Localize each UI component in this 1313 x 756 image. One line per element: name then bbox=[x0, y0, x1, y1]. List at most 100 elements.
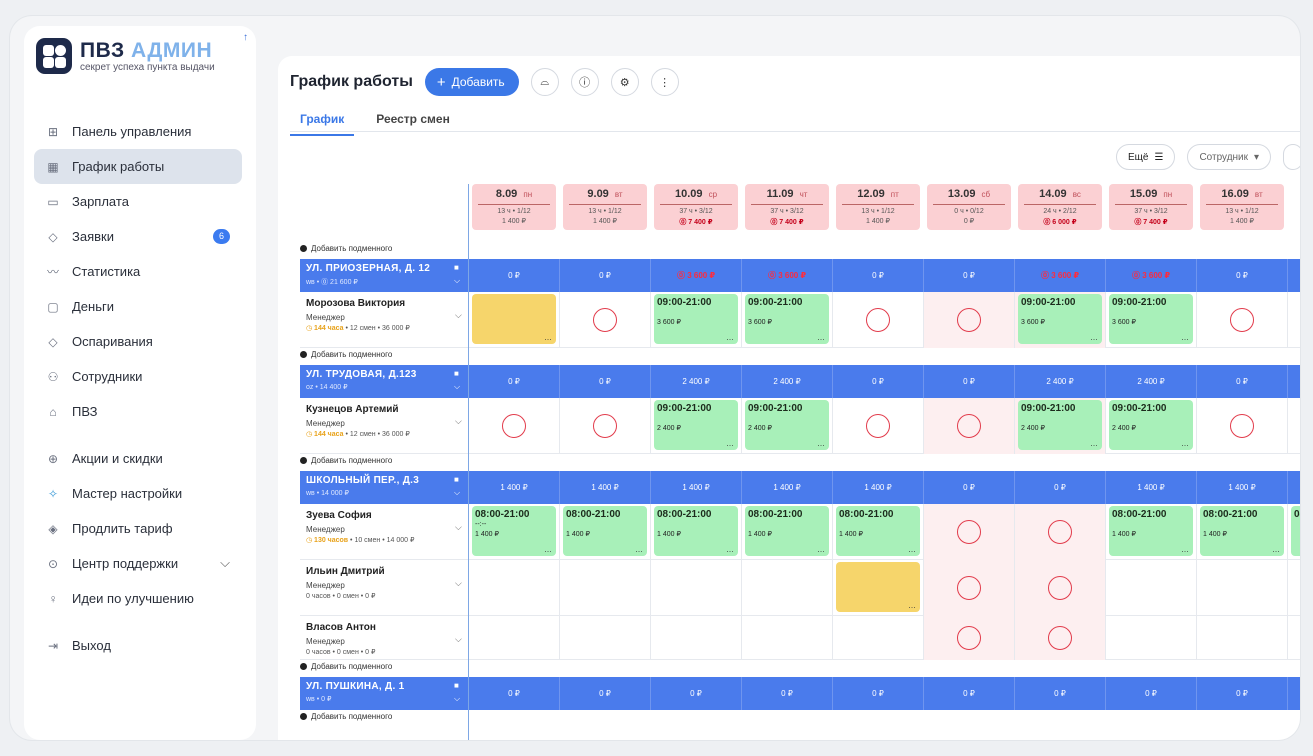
schedule-cell[interactable] bbox=[1287, 292, 1300, 348]
more-icon[interactable]: … bbox=[817, 333, 825, 342]
more-icon[interactable]: … bbox=[1181, 333, 1189, 342]
add-substitute-button[interactable]: Добавить подменного bbox=[300, 662, 392, 671]
more-icon[interactable]: … bbox=[1181, 545, 1189, 554]
schedule-cell[interactable] bbox=[468, 616, 559, 660]
day-header[interactable]: 9.09 вт 13 ч • 1/12 1 400 ₽ bbox=[563, 184, 647, 230]
shift-card[interactable]: 08:00-21:00 1 400 ₽… bbox=[563, 506, 647, 556]
schedule-cell[interactable] bbox=[741, 560, 832, 616]
more-icon[interactable]: … bbox=[1181, 439, 1189, 448]
sidebar-item[interactable]: ⚇ Сотрудники bbox=[34, 359, 242, 394]
schedule-cell[interactable] bbox=[1287, 398, 1300, 454]
add-substitute-button[interactable]: Добавить подменного bbox=[300, 456, 392, 465]
more-icon[interactable]: … bbox=[908, 601, 916, 610]
empty-slot-icon[interactable] bbox=[866, 414, 890, 438]
more-icon[interactable]: … bbox=[1090, 439, 1098, 448]
empty-slot-icon[interactable] bbox=[593, 414, 617, 438]
shift-card[interactable]: 08:00-21:00 1 400 ₽… bbox=[836, 506, 920, 556]
sidebar-item[interactable]: ♀ Идеи по улучшению bbox=[34, 581, 242, 616]
schedule-cell[interactable] bbox=[923, 616, 1014, 660]
shift-card[interactable]: … bbox=[836, 562, 920, 612]
more-icon[interactable]: … bbox=[726, 545, 734, 554]
schedule-cell[interactable]: 09:00-21:00 2 400 ₽… bbox=[650, 398, 741, 454]
shift-card[interactable]: 09:00-21:00 3 600 ₽… bbox=[745, 294, 829, 344]
schedule-cell[interactable] bbox=[1196, 292, 1287, 348]
empty-slot-icon[interactable] bbox=[957, 414, 981, 438]
gear-icon[interactable]: ⚙ bbox=[610, 68, 639, 96]
schedule-cell[interactable] bbox=[832, 398, 923, 454]
archive-icon[interactable]: ⌓ bbox=[530, 68, 559, 96]
chevron-down-icon[interactable]: ⌵ bbox=[220, 555, 230, 571]
schedule-cell[interactable]: … bbox=[832, 560, 923, 616]
shift-card[interactable]: 08:00-21:00 --:-- 1 400 ₽… bbox=[472, 506, 556, 556]
schedule-cell[interactable] bbox=[559, 616, 650, 660]
day-header[interactable]: 15.09 пн 37 ч • 3/12 ⓪ 7 400 ₽ bbox=[1109, 184, 1193, 230]
schedule-cell[interactable] bbox=[1287, 560, 1300, 616]
shift-card[interactable]: 09:00-21:00 3 600 ₽… bbox=[1018, 294, 1102, 344]
shift-card[interactable]: 08:00-21:00 1 400 ₽… bbox=[654, 506, 738, 556]
chevron-down-icon[interactable]: ⌵ bbox=[455, 522, 462, 533]
day-header[interactable]: 10.09 ср 37 ч • 3/12 ⓪ 7 400 ₽ bbox=[654, 184, 738, 230]
sidebar-item[interactable]: ◇ Заявки 6 bbox=[34, 219, 242, 254]
schedule-cell[interactable] bbox=[559, 398, 650, 454]
empty-slot-icon[interactable] bbox=[1048, 626, 1072, 650]
chevron-down-icon[interactable]: ⌵ bbox=[455, 578, 462, 589]
empty-slot-icon[interactable] bbox=[1048, 520, 1072, 544]
camera-icon[interactable]: ■ bbox=[454, 475, 459, 484]
shift-card[interactable]: 08:00-21:00 1 400 ₽… bbox=[1109, 506, 1193, 556]
schedule-cell[interactable] bbox=[832, 292, 923, 348]
schedule-cell[interactable] bbox=[650, 616, 741, 660]
schedule-cell[interactable]: 09:00-21:00 2 400 ₽… bbox=[1105, 398, 1196, 454]
collapse-arrow-icon[interactable]: ↑ bbox=[243, 32, 248, 43]
shift-card[interactable]: 09:00-21:00 2 400 ₽… bbox=[1109, 400, 1193, 450]
employee-name[interactable]: Кузнецов Артемий bbox=[306, 404, 399, 415]
schedule-cell[interactable]: 08 bbox=[1287, 504, 1300, 560]
chevron-down-icon[interactable]: ⌵ bbox=[455, 310, 462, 321]
chevron-down-icon[interactable]: ⌵ bbox=[454, 382, 460, 392]
schedule-cell[interactable] bbox=[1196, 616, 1287, 660]
camera-icon[interactable]: ■ bbox=[454, 369, 459, 378]
more-icon[interactable]: … bbox=[1272, 545, 1280, 554]
schedule-cell[interactable]: 09:00-21:00 2 400 ₽… bbox=[1014, 398, 1105, 454]
empty-slot-icon[interactable] bbox=[957, 308, 981, 332]
employee-name[interactable]: Власов Антон bbox=[306, 622, 376, 633]
sidebar-item[interactable]: ⊕ Акции и скидки bbox=[34, 441, 242, 476]
schedule-cell[interactable] bbox=[1105, 560, 1196, 616]
day-header[interactable]: 12.09 пт 13 ч • 1/12 1 400 ₽ bbox=[836, 184, 920, 230]
schedule-cell[interactable]: 09:00-21:00 3 600 ₽… bbox=[1014, 292, 1105, 348]
day-header[interactable]: 8.09 пн 13 ч • 1/12 1 400 ₽ bbox=[472, 184, 556, 230]
more-icon[interactable]: … bbox=[908, 545, 916, 554]
more-icon[interactable]: … bbox=[817, 545, 825, 554]
schedule-cell[interactable]: 08:00-21:00 1 400 ₽… bbox=[1196, 504, 1287, 560]
schedule-cell[interactable]: … bbox=[468, 292, 559, 348]
info-icon[interactable]: ⓘ bbox=[570, 68, 599, 96]
add-button[interactable]: + Добавить bbox=[424, 68, 519, 96]
extra-filter-button[interactable] bbox=[1283, 144, 1300, 170]
add-substitute-button[interactable]: Добавить подменного bbox=[300, 350, 392, 359]
camera-icon[interactable]: ■ bbox=[454, 681, 459, 690]
employee-name[interactable]: Морозова Виктория bbox=[306, 298, 405, 309]
pickup-point-row[interactable]: УЛ. ПРИОЗЕРНАЯ, Д. 12 wв • ⓪ 21 600 ₽ ■ ⌵ 0 … bbox=[300, 259, 1300, 292]
schedule-cell[interactable] bbox=[1196, 398, 1287, 454]
schedule-cell[interactable] bbox=[468, 398, 559, 454]
more-icon[interactable]: … bbox=[544, 545, 552, 554]
more-vertical-icon[interactable]: ⋮ bbox=[650, 68, 679, 96]
day-header[interactable]: 16.09 вт 13 ч • 1/12 1 400 ₽ bbox=[1200, 184, 1284, 230]
schedule-cell[interactable] bbox=[923, 398, 1014, 454]
sidebar-item[interactable]: ✧ Мастер настройки bbox=[34, 476, 242, 511]
schedule-cell[interactable] bbox=[923, 292, 1014, 348]
schedule-cell[interactable] bbox=[923, 504, 1014, 560]
chevron-down-icon[interactable]: ⌵ bbox=[455, 634, 462, 645]
pickup-point-row[interactable]: УЛ. ТРУДОВАЯ, Д.123 oz • 14 400 ₽ ■ ⌵ 0 ₽0 ₽… bbox=[300, 365, 1300, 398]
sidebar-item[interactable]: ⌂ ПВЗ bbox=[34, 394, 242, 429]
sidebar-item[interactable]: ⊞ Панель управления bbox=[34, 114, 242, 149]
sidebar-item[interactable]: ⇥ Выход bbox=[34, 628, 242, 663]
schedule-cell[interactable] bbox=[1105, 616, 1196, 660]
empty-slot-icon[interactable] bbox=[957, 520, 981, 544]
shift-card[interactable]: 09:00-21:00 2 400 ₽… bbox=[654, 400, 738, 450]
empty-slot-icon[interactable] bbox=[866, 308, 890, 332]
shift-card[interactable]: 09:00-21:00 2 400 ₽… bbox=[1018, 400, 1102, 450]
schedule-cell[interactable]: 08:00-21:00 --:-- 1 400 ₽… bbox=[468, 504, 559, 560]
sidebar-item[interactable]: ▭ Зарплата bbox=[34, 184, 242, 219]
schedule-cell[interactable] bbox=[468, 560, 559, 616]
schedule-cell[interactable] bbox=[1014, 616, 1105, 660]
